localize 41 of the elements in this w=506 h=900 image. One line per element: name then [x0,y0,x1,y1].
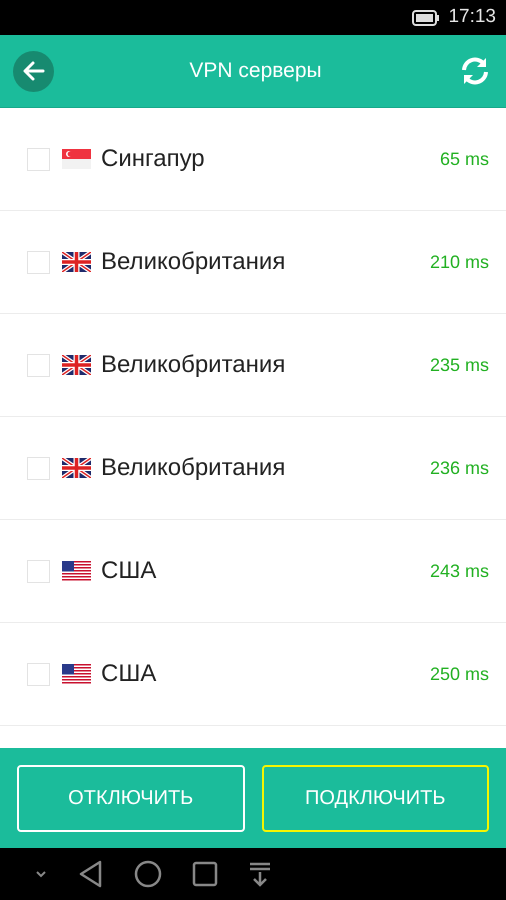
home-circle-icon[interactable] [134,860,162,888]
back-button[interactable] [13,50,54,92]
ping-value: 236 ms [430,456,489,480]
clock-time: 17:13 [448,5,496,30]
checkbox[interactable] [27,148,50,170]
recents-square-icon[interactable] [192,861,218,887]
server-row[interactable]: Сингапур 65 ms [0,108,506,211]
server-row[interactable]: Великобритания 210 ms [0,211,506,314]
chevron-down-icon[interactable] [34,869,48,879]
country-name: США [101,659,158,689]
server-row[interactable]: Великобритания 235 ms [0,314,506,417]
checkbox[interactable] [27,354,50,376]
usa-flag-icon [62,561,91,581]
refresh-icon [459,55,491,87]
checkbox[interactable] [27,456,50,480]
ping-value: 250 ms [430,662,489,686]
uk-flag-icon [62,252,91,272]
checkbox[interactable] [27,250,50,274]
uk-flag-icon [62,355,91,375]
country-name: Великобритания [101,247,286,277]
checkbox[interactable] [27,560,50,582]
country-name: Великобритания [101,453,286,483]
ping-value: 243 ms [430,560,489,582]
usa-flag-icon [62,664,91,684]
ping-value: 210 ms [430,250,489,274]
download-arrow-icon[interactable] [248,861,272,887]
singapore-flag-icon [62,149,91,169]
country-name: Великобритания [101,350,286,380]
server-row[interactable]: США 250 ms [0,623,506,726]
back-triangle-icon[interactable] [78,860,104,888]
uk-flag-icon [62,458,91,478]
server-row[interactable]: Великобритания 236 ms [0,417,506,520]
screen-title: VPN серверы [188,58,323,84]
country-name: США [101,556,158,586]
country-name: Сингапур [101,144,206,174]
checkbox[interactable] [27,662,50,686]
server-row[interactable]: США 243 ms [0,520,506,623]
back-arrow-icon [22,61,44,81]
ping-value: 235 ms [430,354,489,376]
ping-value: 65 ms [440,148,489,170]
battery-icon [412,10,440,26]
